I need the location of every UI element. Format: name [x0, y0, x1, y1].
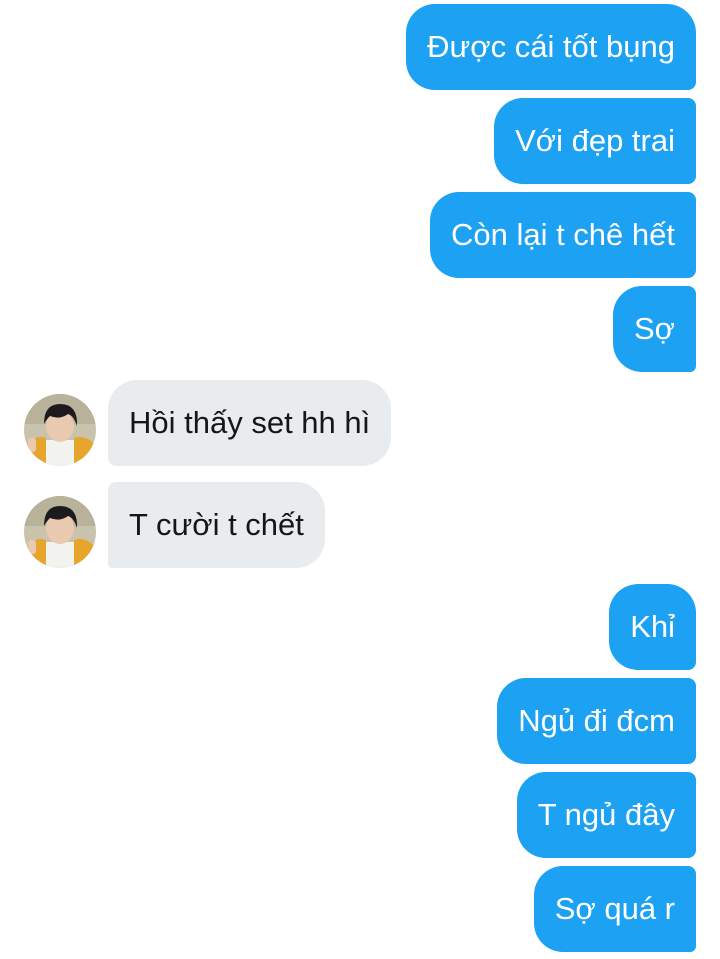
user-photo-icon [24, 496, 96, 568]
avatar[interactable] [24, 496, 96, 568]
user-photo-icon [24, 394, 96, 466]
sent-message-bubble[interactable]: Sợ quá r [533, 866, 696, 952]
sent-message-bubble[interactable]: Còn lại t chê hết [429, 192, 696, 278]
sent-message-bubble[interactable]: Với đẹp trai [494, 98, 696, 184]
sent-message-bubble[interactable]: Sợ [612, 286, 696, 372]
sent-message-bubble[interactable]: T ngủ đây [516, 772, 696, 858]
sent-message-bubble[interactable]: Được cái tốt bụng [406, 4, 696, 90]
avatar[interactable] [24, 394, 96, 466]
received-message-bubble[interactable]: Hồi thấy set hh hì [108, 380, 392, 466]
sent-message-bubble[interactable]: Ngủ đi đcm [497, 678, 696, 764]
received-message-bubble[interactable]: T cười t chết [108, 482, 325, 568]
sent-message-bubble[interactable]: Khỉ [609, 584, 696, 670]
